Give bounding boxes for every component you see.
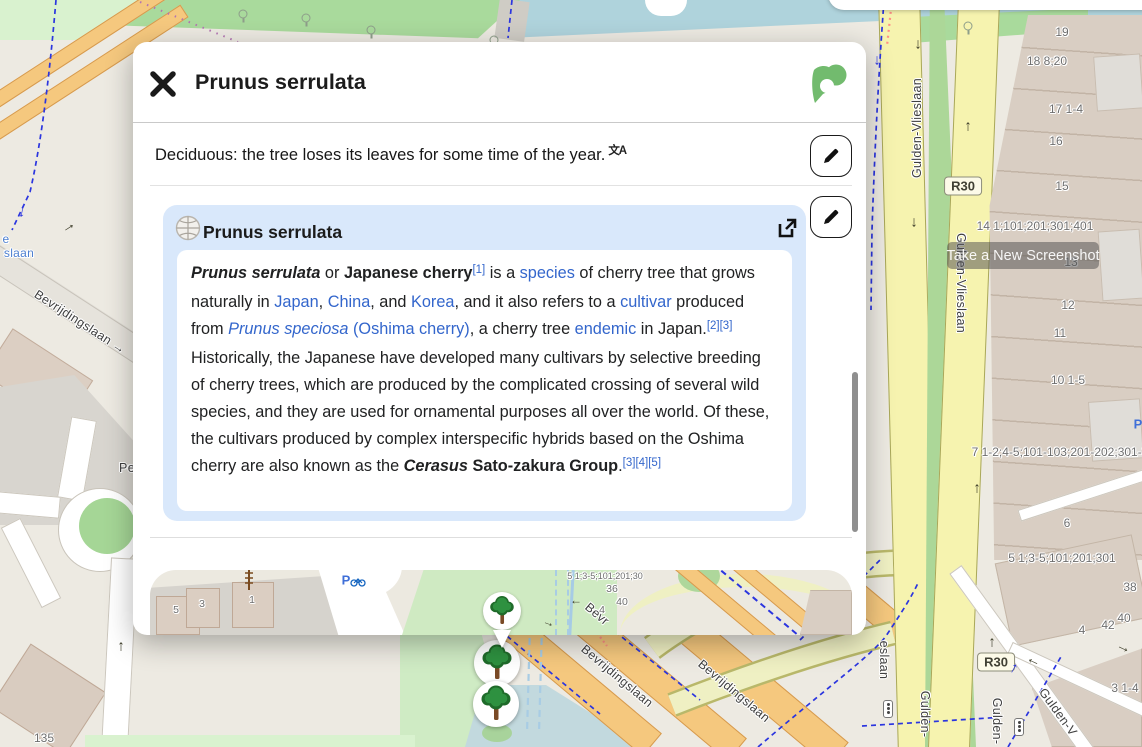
minimap-label: 5 [173,604,179,616]
wiki-text: Cerasus [404,457,468,475]
map-roundabout-green [79,498,135,554]
minimap-label: 36 [606,583,618,595]
card-scrollbar[interactable] [852,372,858,532]
wiki-link[interactable]: Prunus speciosa [228,320,348,338]
tree-icon [480,685,512,723]
map-building [1093,53,1142,111]
map-park [85,735,415,747]
map-building [0,644,106,747]
map-building [1088,398,1142,461]
wiki-text: , and [370,293,411,311]
wiki-text: Prunus serrulata [191,264,320,282]
minimap-label: ← [570,593,582,607]
wiki-link[interactable]: endemic [575,320,637,338]
edit-wikipedia-tag-button[interactable] [810,196,852,238]
translate-icon[interactable]: 文A [608,142,626,158]
app-viewport: Gulden-VlieslaanGulden-VlieslaaneslaanGu… [0,0,1142,747]
wiki-link[interactable]: (Oshima cherry) [348,320,469,338]
attribute-description: Deciduous: the tree loses its leaves for… [155,146,626,165]
wikipedia-icon [175,215,201,241]
location-minimap[interactable]: 5 3 1 5 1;3-5;101;201;30 3640 4Bevr← → P [150,570,852,635]
tree-marker[interactable] [473,681,519,727]
wiki-text: , a cherry tree [470,320,575,338]
wiki-link[interactable]: [2][3] [707,320,733,332]
tree-icon [481,644,513,682]
wiki-text: is a [485,264,519,282]
selected-tree-pin-tail [493,630,511,648]
wiki-link[interactable]: China [328,293,371,311]
wiki-link[interactable]: species [520,264,575,282]
minimap-label: → [541,613,557,630]
external-link-icon[interactable] [775,216,799,240]
map-road-white [1,518,61,608]
wiki-text: . [618,457,623,475]
minimap-label: 40 [616,596,628,608]
wiki-text: in Japan. [636,320,707,338]
pencil-icon [821,207,841,227]
mapcomplete-logo-icon [810,62,848,106]
wiki-text: Japanese cherry [344,264,473,282]
close-button[interactable] [147,68,179,100]
wiki-link[interactable]: Japan [274,293,318,311]
description-text: Deciduous: the tree loses its leaves for… [155,146,605,164]
divider [133,122,866,123]
minimap-label: 5 1;3-5;101;201;30 [567,571,643,581]
map-building [1098,229,1142,302]
traffic-signal-icon [1014,718,1024,736]
minimap-label: 1 [249,594,255,606]
wiki-link[interactable]: [3][4][5] [623,457,661,469]
wikipedia-article-title: Prunus serrulata [203,222,342,243]
wiki-text: , [319,293,328,311]
minimap-label: P [342,573,351,588]
wiki-link[interactable]: Korea [411,293,454,311]
pencil-icon [821,146,841,166]
close-icon [147,68,179,100]
selected-tree-pin[interactable] [483,592,521,630]
divider [150,185,852,186]
divider [150,537,852,538]
wikipedia-panel: Prunus serrulata Prunus serrulata or Jap… [163,205,806,521]
search-bar-partial[interactable] [828,0,1142,10]
wiki-text: Sato-zakura Group [468,457,618,475]
traffic-signal-icon [883,700,893,718]
minimap-label: 3 [199,598,205,610]
tree-icon [489,595,515,627]
take-screenshot-overlay[interactable]: Take a New Screenshot [947,242,1099,269]
wiki-text: , and it also refers to a [454,293,620,311]
wiki-link[interactable]: cultivar [620,293,672,311]
edit-attribute-button[interactable] [810,135,852,177]
wiki-text: or [320,264,344,282]
minimap-label: 4 [599,604,605,616]
minimap-label: Bevr [582,600,612,628]
wiki-link[interactable]: [1] [472,264,485,276]
feature-info-card: Prunus serrulata Deciduous: the tree los… [133,42,866,635]
map-bridge [494,0,529,42]
page-title: Prunus serrulata [195,70,366,95]
wikipedia-extract: Prunus serrulata or Japanese cherry[1] i… [177,250,792,511]
